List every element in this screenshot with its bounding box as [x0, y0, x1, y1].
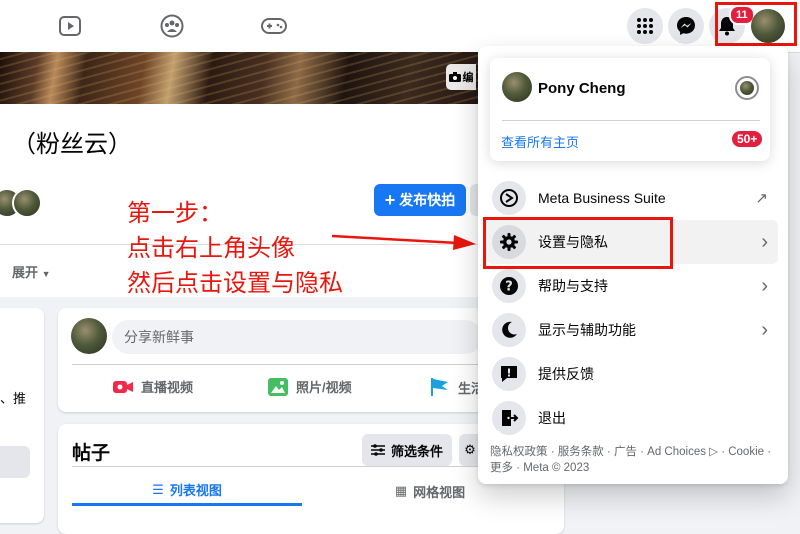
chevron-right-icon: › — [761, 274, 768, 297]
cover-photo — [0, 52, 478, 104]
menu-item-label: 帮助与支持 — [538, 278, 608, 294]
annotation-highlight-avatar — [715, 2, 797, 46]
menu-item-meta-business-suite[interactable]: Meta Business Suite ↗ — [486, 176, 778, 220]
edit-cover-button[interactable]: 编 — [446, 64, 476, 90]
menu-grid-button[interactable] — [627, 8, 663, 44]
watch-icon[interactable] — [50, 8, 90, 44]
publish-story-button[interactable]: + 发布快拍 — [374, 184, 466, 216]
switch-profile-icon — [740, 81, 754, 95]
logout-icon — [492, 401, 526, 435]
list-icon: ☰ — [152, 481, 164, 497]
intro-card — [0, 308, 44, 523]
groups-icon[interactable] — [152, 8, 192, 44]
follower-avatar — [12, 188, 42, 218]
chevron-right-icon: › — [761, 318, 768, 341]
profile-avatar — [502, 72, 532, 102]
menu-item-label: 显示与辅助功能 — [538, 322, 636, 338]
tutorial-annotation: 第一步： 点击右上角头像 然后点击设置与隐私 — [127, 196, 343, 301]
live-video-icon — [113, 380, 133, 393]
menu-item-label: 退出 — [538, 410, 566, 426]
photo-video-label: 照片/视频 — [296, 380, 352, 395]
messenger-icon — [677, 17, 695, 35]
annotation-line-1: 第一步： — [127, 199, 223, 227]
meta-business-icon — [492, 181, 526, 215]
menu-item-give-feedback[interactable]: 提供反馈 — [486, 352, 778, 396]
messenger-button[interactable] — [668, 8, 704, 44]
live-video-label: 直播视频 — [141, 380, 194, 395]
expand-label: 展开 — [12, 265, 39, 280]
menu-item-label: 提供反馈 — [538, 366, 594, 382]
menu-item-logout[interactable]: 退出 — [486, 396, 778, 440]
composer-divider — [72, 364, 482, 365]
live-video-button[interactable]: 直播视频 — [113, 377, 193, 396]
annotation-highlight-settings — [483, 217, 673, 269]
expand-tab[interactable]: 展开 ▼ — [12, 262, 51, 281]
annotation-arrow — [331, 234, 476, 250]
profile-divider — [502, 120, 760, 121]
publish-story-label: 发布快拍 — [399, 192, 456, 208]
tab-grid-view-label: 网格视图 — [413, 484, 466, 500]
tab-list-view[interactable]: ☰ 列表视图 — [72, 476, 302, 506]
menu-item-display-accessibility[interactable]: 显示与辅助功能 › — [486, 308, 778, 352]
grid-icon: ▦ — [394, 483, 408, 498]
filter-icon — [370, 444, 385, 456]
tab-list-view-label: 列表视图 — [169, 483, 222, 498]
camera-icon — [448, 72, 461, 82]
chevron-right-icon: › — [761, 230, 768, 253]
view-all-pages-link[interactable]: 查看所有主页 — [501, 132, 579, 151]
gear-icon: ⚙ — [464, 442, 476, 457]
moon-icon — [492, 313, 526, 347]
filter-button[interactable]: 筛选条件 — [362, 434, 452, 466]
feedback-icon — [492, 357, 526, 391]
pages-count-badge: 50+ — [732, 131, 763, 147]
filter-label: 筛选条件 — [390, 443, 443, 459]
flag-icon — [431, 378, 448, 396]
menu-item-label: Meta Business Suite — [538, 190, 666, 206]
svg-text:?: ? — [505, 280, 513, 295]
caret-down-icon: ▼ — [41, 269, 51, 279]
intro-button-partial[interactable] — [0, 446, 30, 478]
annotation-line-2: 点击右上角头像 — [127, 234, 295, 262]
help-icon: ? — [492, 269, 526, 303]
posts-heading: 帖子 — [72, 443, 111, 464]
intro-text-partial: 、推 — [0, 391, 27, 406]
life-event-button[interactable]: 生活 — [430, 377, 484, 397]
composer-input[interactable]: 分享新鲜事 — [112, 320, 482, 354]
annotation-line-3: 然后点击设置与隐私 — [127, 269, 343, 297]
composer-avatar — [71, 318, 107, 354]
plus-icon: + — [384, 190, 396, 210]
photo-icon — [268, 377, 288, 396]
grid-menu-icon — [637, 18, 653, 34]
switch-profile-button[interactable] — [735, 76, 759, 100]
gaming-icon[interactable] — [254, 8, 294, 44]
profile-name: Pony Cheng — [538, 80, 626, 97]
external-link-icon: ↗ — [755, 190, 768, 207]
photo-video-button[interactable]: 照片/视频 — [268, 377, 352, 396]
edit-cover-label: 编 — [462, 72, 474, 84]
page-title: （粉丝云） — [12, 131, 132, 158]
menu-item-help-support[interactable]: ? 帮助与支持 › — [486, 264, 778, 308]
menu-footer-links[interactable]: 隐私权政策 · 服务条款 · 广告 · Ad Choices ▷ · Cooki… — [490, 444, 775, 476]
